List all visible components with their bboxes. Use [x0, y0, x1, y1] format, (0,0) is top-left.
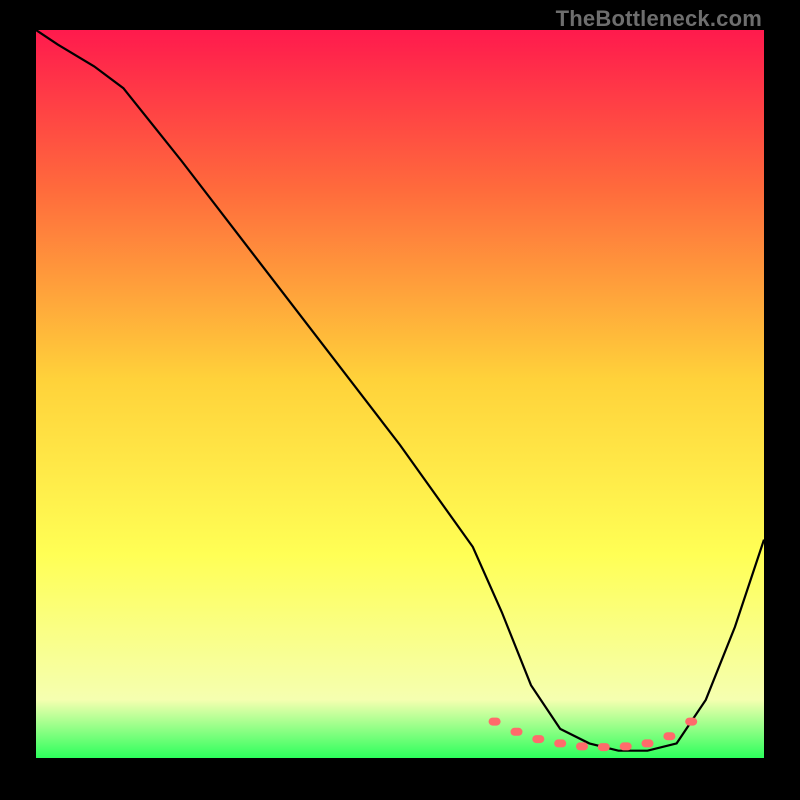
valley-dot: [642, 739, 654, 747]
valley-dot: [489, 718, 501, 726]
gradient-background: [36, 30, 764, 758]
valley-dot: [532, 735, 544, 743]
valley-dot: [576, 742, 588, 750]
valley-dot: [685, 718, 697, 726]
valley-dot: [511, 728, 523, 736]
watermark-text: TheBottleneck.com: [556, 6, 762, 32]
valley-dot: [598, 743, 610, 751]
chart-svg: [36, 30, 764, 758]
valley-dot: [620, 742, 632, 750]
plot-area: [36, 30, 764, 758]
valley-dot: [554, 739, 566, 747]
valley-dot: [663, 732, 675, 740]
